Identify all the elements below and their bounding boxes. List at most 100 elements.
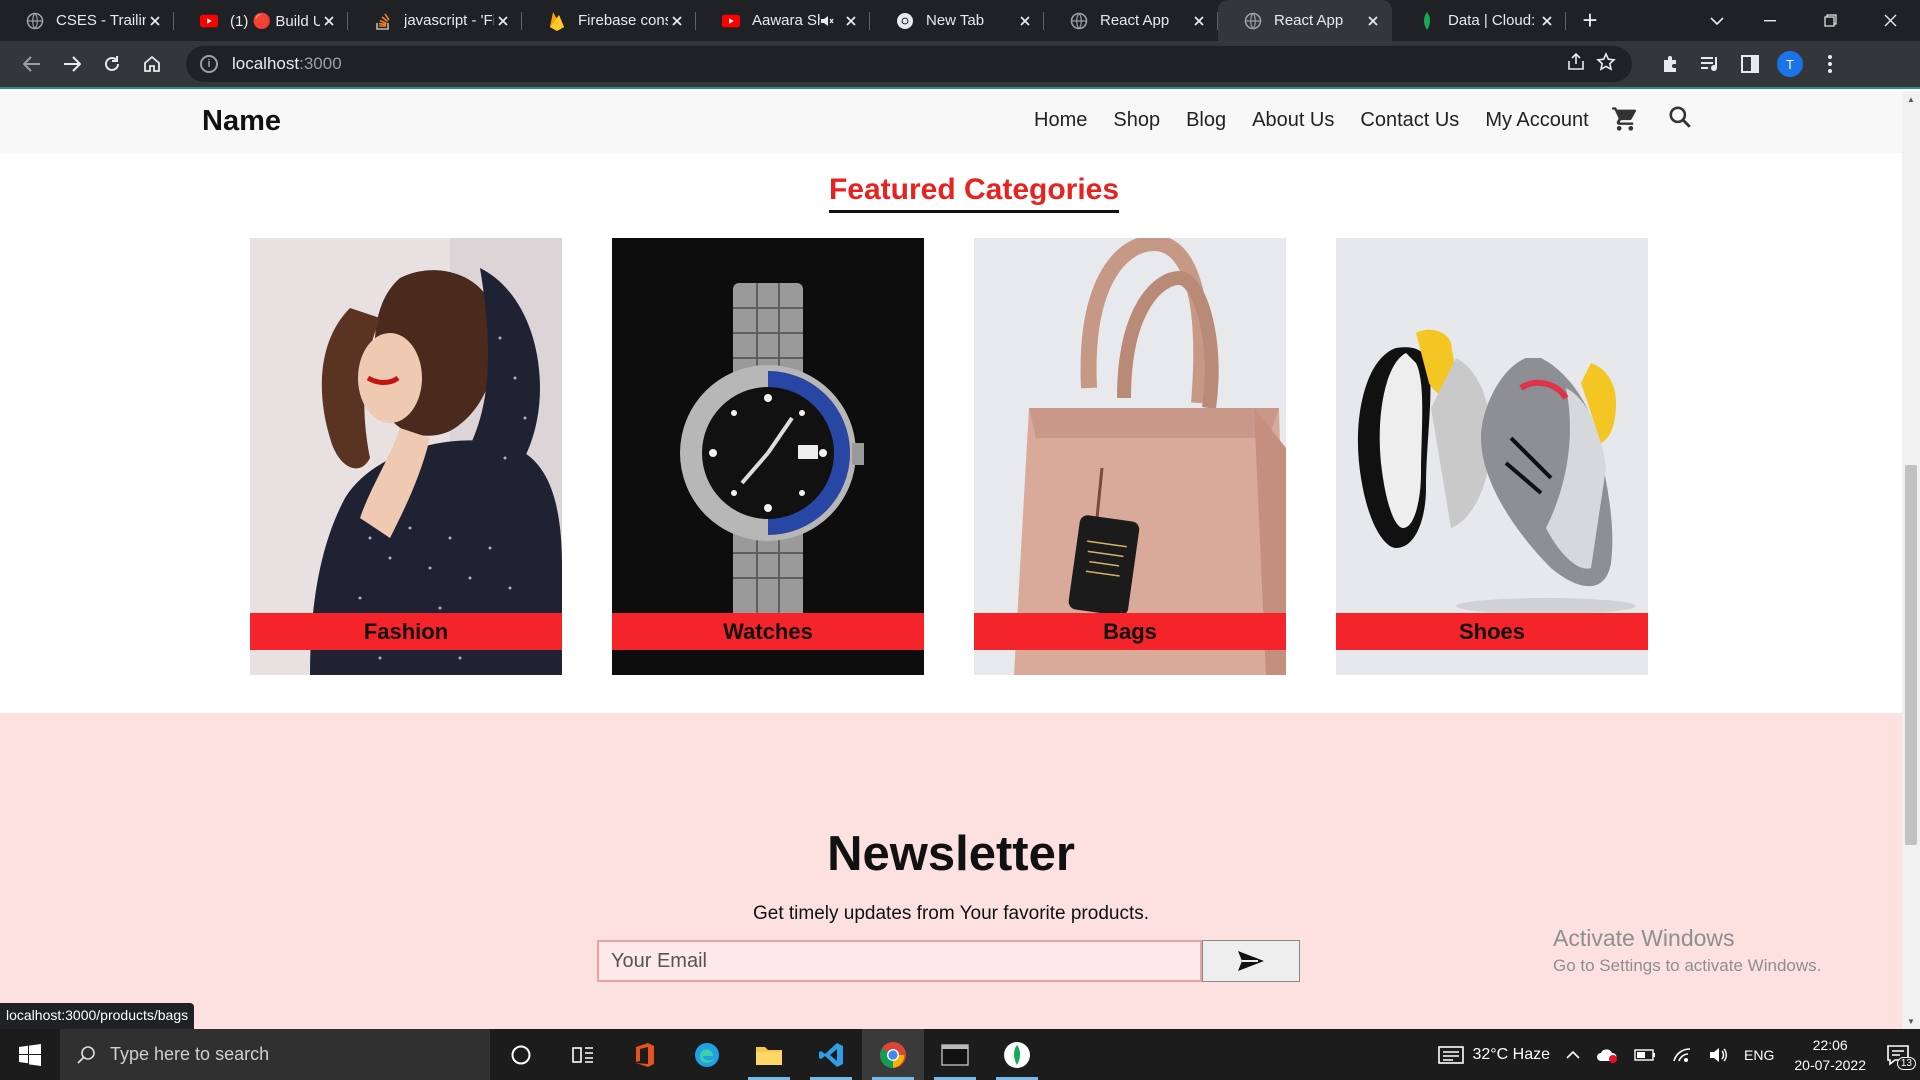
category-label-shoes[interactable]: Shoes — [1336, 613, 1648, 650]
mongodb-icon — [1004, 1041, 1030, 1068]
url-host: localhost — [232, 54, 300, 73]
browser-tab[interactable]: javascript - 'Fi — [348, 0, 522, 41]
browser-tab[interactable]: (1) 🔴 Build U — [174, 0, 348, 41]
tab-close-icon[interactable] — [320, 12, 338, 30]
kebab-menu-icon[interactable] — [1810, 44, 1850, 84]
back-arrow-icon — [23, 56, 40, 72]
task-view-button[interactable] — [552, 1029, 614, 1080]
battery-icon[interactable] — [1634, 1048, 1656, 1061]
profile-avatar[interactable]: T — [1770, 44, 1810, 84]
scrollbar-thumb[interactable] — [1905, 465, 1917, 845]
category-card-bags[interactable]: Bags — [974, 238, 1286, 675]
scroll-up-arrow-icon[interactable]: ▲ — [1902, 91, 1920, 107]
language-indicator[interactable]: ENG — [1744, 1047, 1774, 1063]
firebase-icon — [548, 11, 566, 31]
stackoverflow-icon — [374, 12, 392, 30]
globe-icon — [1070, 12, 1088, 30]
windows-start-button[interactable] — [0, 1029, 60, 1080]
back-button[interactable] — [12, 44, 52, 84]
category-label-bags[interactable]: Bags — [974, 613, 1286, 650]
category-card-fashion[interactable]: Fashion — [250, 238, 562, 675]
new-tab-button[interactable]: + — [1570, 0, 1610, 41]
taskbar-edge[interactable] — [676, 1029, 738, 1080]
reload-icon — [105, 56, 119, 71]
tab-separator — [1565, 12, 1566, 30]
category-label-fashion[interactable]: Fashion — [250, 613, 562, 650]
window-controls — [1694, 0, 1920, 41]
tab-close-icon[interactable] — [146, 12, 164, 30]
menu-link-contact-us[interactable]: Contact Us — [1360, 109, 1459, 132]
taskbar-search-box[interactable]: Type here to search — [60, 1029, 490, 1080]
tab-close-icon[interactable] — [842, 12, 860, 30]
taskbar-chrome[interactable] — [862, 1029, 924, 1080]
browser-tab[interactable]: React App — [1218, 0, 1392, 41]
clock[interactable]: 22:06 20-07-2022 — [1794, 1035, 1866, 1075]
menu-link-about-us[interactable]: About Us — [1252, 109, 1334, 132]
taskbar-office[interactable] — [614, 1029, 676, 1080]
browser-tab[interactable]: Data | Cloud: I — [1392, 0, 1566, 41]
address-bar[interactable]: i localhost:3000 — [186, 46, 1632, 82]
onedrive-error-icon[interactable] — [1596, 1047, 1618, 1063]
cortana-button[interactable] — [490, 1029, 552, 1080]
restore-button[interactable] — [1800, 0, 1860, 41]
category-label-watches[interactable]: Watches — [612, 613, 924, 650]
category-card-shoes[interactable]: Shoes — [1336, 238, 1648, 675]
menu-link-shop[interactable]: Shop — [1113, 109, 1160, 132]
page-scrollbar[interactable]: ▲ ▼ — [1902, 91, 1920, 1029]
taskbar-mongodb-compass[interactable] — [986, 1029, 1048, 1080]
task-view-icon — [572, 1046, 593, 1063]
newsletter-send-button[interactable] — [1202, 940, 1300, 982]
tab-close-icon[interactable] — [1538, 12, 1556, 30]
weather-widget[interactable]: 32°C Haze — [1438, 1045, 1550, 1065]
bookmark-star-icon[interactable] — [1596, 51, 1616, 77]
taskbar-vscode[interactable] — [800, 1029, 862, 1080]
notifications-button[interactable]: 13 — [1886, 1044, 1916, 1070]
extensions-puzzle-icon[interactable] — [1650, 44, 1690, 84]
office-icon — [636, 1042, 654, 1067]
browser-tab[interactable]: New Tab — [870, 0, 1044, 41]
menu-link-blog[interactable]: Blog — [1186, 109, 1226, 132]
newsletter-form — [597, 940, 1300, 982]
chrome-icon — [896, 12, 914, 30]
browser-tab[interactable]: Aawara Sh — [696, 0, 870, 41]
browser-tab[interactable]: React App — [1044, 0, 1218, 41]
tab-close-icon[interactable] — [668, 12, 686, 30]
muted-speaker-icon[interactable] — [820, 15, 834, 27]
watermark-line1: Activate Windows — [1553, 925, 1735, 951]
site-info-icon[interactable]: i — [200, 55, 218, 73]
browser-tab[interactable]: CSES - Trailing — [0, 0, 174, 41]
home-button[interactable] — [132, 44, 172, 84]
search-icon[interactable] — [1667, 104, 1697, 134]
menu-link-home[interactable]: Home — [1034, 109, 1087, 132]
forward-button[interactable] — [52, 44, 92, 84]
taskbar-file-explorer[interactable] — [738, 1029, 800, 1080]
taskbar-terminal[interactable] — [924, 1029, 986, 1080]
newsletter-email-input[interactable] — [597, 940, 1202, 982]
site-brand[interactable]: Name — [202, 105, 281, 138]
scroll-down-arrow-icon[interactable]: ▼ — [1902, 1013, 1920, 1029]
menu-link-my-account[interactable]: My Account — [1485, 109, 1588, 132]
tray-chevron-up-icon[interactable] — [1566, 1050, 1580, 1059]
url-text[interactable]: localhost:3000 — [232, 54, 1566, 74]
tab-close-icon[interactable] — [1016, 12, 1034, 30]
browser-tab[interactable]: Firebase consc — [522, 0, 696, 41]
status-bar-link: localhost:3000/products/bags — [0, 1003, 195, 1029]
cart-icon[interactable] — [1611, 105, 1641, 135]
tab-close-icon[interactable] — [1364, 12, 1382, 30]
tab-close-icon[interactable] — [1190, 12, 1208, 30]
wifi-icon[interactable] — [1672, 1047, 1692, 1063]
tab-search-chevron-icon[interactable] — [1694, 0, 1740, 41]
side-panel-icon[interactable] — [1730, 44, 1770, 84]
volume-icon[interactable] — [1708, 1047, 1728, 1063]
minimize-button[interactable] — [1740, 0, 1800, 41]
media-control-icon[interactable] — [1690, 44, 1730, 84]
category-card-watches[interactable]: Watches — [612, 238, 924, 675]
close-window-button[interactable] — [1860, 0, 1920, 41]
edge-icon — [695, 1042, 719, 1067]
send-arrow-icon — [1238, 951, 1264, 971]
share-icon[interactable] — [1566, 52, 1586, 77]
reload-button[interactable] — [92, 44, 132, 84]
cortana-circle-icon — [511, 1045, 531, 1064]
site-navbar: Name Home Shop Blog About Us Contact Us My Ac… — [0, 91, 1902, 153]
tab-close-icon[interactable] — [494, 12, 512, 30]
